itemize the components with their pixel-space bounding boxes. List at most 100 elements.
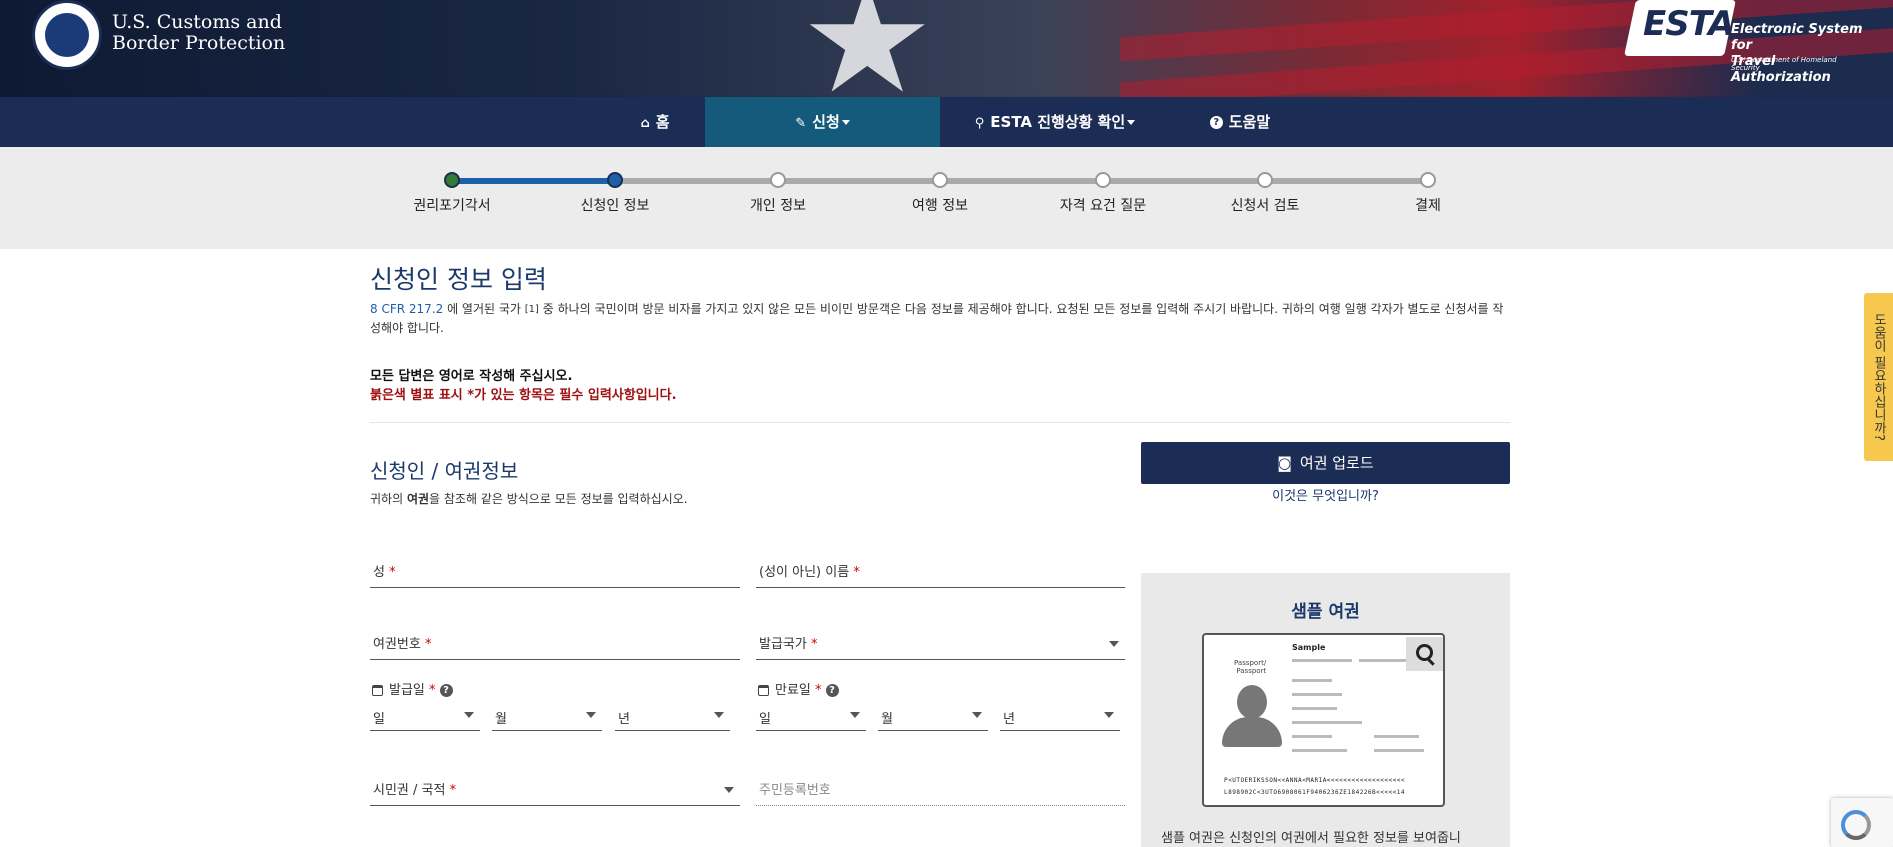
step-label-payment: 결제 [1415, 198, 1441, 214]
issue-day-label: 일 [373, 712, 385, 727]
step-dot-2 [607, 172, 623, 188]
chevron-down-icon [464, 712, 474, 718]
cbp-title-line2: Border Protection [112, 32, 286, 54]
issue-day-select[interactable]: 일 [370, 704, 480, 731]
need-help-tab[interactable]: 도움이 필요하십니까? [1864, 293, 1893, 461]
cfr-link[interactable]: 8 CFR 217.2 [370, 302, 443, 316]
chevron-down-icon [714, 712, 724, 718]
passport-text-line [1292, 735, 1332, 738]
passport-kind-1: Passport/ [1234, 659, 1267, 667]
required-note: 붉은색 별표 표시 *가 있는 항목은 필수 입력사항입니다. [370, 388, 677, 403]
national-id-label: 주민등록번호 [759, 783, 831, 798]
flag-star: ★ [800, 0, 935, 97]
issue-year-select[interactable]: 년 [615, 704, 730, 731]
passport-number-field[interactable]: 여권번호 * [370, 629, 740, 660]
step-label-personal: 개인 정보 [750, 198, 806, 214]
national-id-field[interactable]: 주민등록번호 [756, 775, 1125, 806]
progress-track-remaining [615, 178, 1428, 184]
footnote-link[interactable]: [1] [525, 304, 539, 315]
help-icon[interactable]: ? [825, 684, 839, 697]
step-dot-5 [1095, 172, 1111, 188]
nav-home[interactable]: ⌂ 홈 [605, 97, 705, 147]
nav-help[interactable]: ? 도움말 [1190, 97, 1290, 147]
divider [370, 422, 1510, 423]
help-icon[interactable]: ? [439, 684, 453, 697]
main-nav: ⌂ 홈 ✎ 신청 ⚲ ESTA 진행상황 확인 ? 도움말 [0, 97, 1893, 147]
intro-text-a: 에 열거된 국가 [443, 302, 525, 316]
passport-text-line [1292, 659, 1352, 662]
expiry-day-select[interactable]: 일 [756, 704, 866, 731]
passport-card-kind: Passport/Passport [1234, 659, 1266, 675]
step-label-applicant[interactable]: 신청인 정보 [545, 195, 685, 215]
required-mark: * [853, 565, 860, 580]
citizenship-label: 시민권 / 국적 * [373, 779, 456, 798]
passport-text-line [1292, 679, 1332, 682]
recaptcha-badge[interactable] [1831, 798, 1893, 847]
esta-logo-subtitle: U.S. Department of Homeland Security [1731, 56, 1837, 72]
required-mark: * [815, 683, 822, 698]
chevron-down-icon [586, 712, 596, 718]
issue-month-select[interactable]: 월 [492, 704, 602, 731]
sample-passport-title: 샘플 여권 [1291, 602, 1360, 622]
dhs-seal-logo[interactable] [32, 0, 102, 70]
subtitle-bold: 여권 [406, 492, 430, 506]
chevron-down-icon [724, 787, 734, 793]
nav-apply-label: 신청 [812, 113, 840, 131]
chevron-down-icon [1104, 712, 1114, 718]
required-mark: * [389, 565, 396, 580]
expiry-date-label-text: 만료일 [775, 683, 811, 698]
esta-logo[interactable]: ESTA Electronic System for Travel Author… [1624, 0, 1865, 85]
step-dot-3 [770, 172, 786, 188]
step-dot-6 [1257, 172, 1273, 188]
question-icon: ? [1209, 116, 1223, 129]
passport-kind-2: Passport [1236, 667, 1267, 675]
subtitle-b: 을 참조해 같은 방식으로 모든 정보를 입력하십시오. [429, 492, 688, 506]
step-dot-4 [932, 172, 948, 188]
upload-passport-button[interactable]: ◙ 여권 업로드 [1141, 442, 1510, 484]
required-mark: * [810, 637, 818, 652]
issue-month-label: 월 [495, 712, 507, 727]
sample-passport-image[interactable]: Sample Passport/Passport P<UTOERIKSSON<<… [1202, 633, 1445, 807]
expiry-date-label: 만료일 *? [758, 679, 839, 698]
recaptcha-icon [1841, 810, 1871, 840]
chevron-down-icon [841, 120, 850, 125]
section-subtitle: 귀하의 여권을 참조해 같은 방식으로 모든 정보를 입력하십시오. [370, 490, 688, 507]
person-silhouette-icon [1222, 685, 1282, 747]
issue-year-label: 년 [618, 712, 630, 727]
citizenship-select[interactable]: 시민권 / 국적 * [370, 775, 740, 806]
nav-apply[interactable]: ✎ 신청 [705, 97, 940, 147]
progress-tracker: 권리포기각서 신청인 정보 개인 정보 여행 정보 자격 요건 질문 신청서 검… [0, 147, 1893, 249]
required-mark: * [449, 783, 457, 798]
esta-tagline-1: Electronic System for [1731, 22, 1863, 53]
issuing-country-select[interactable]: 발급국가 * [756, 629, 1125, 660]
pencil-icon: ✎ [795, 116, 807, 131]
step-dot-7 [1420, 172, 1436, 188]
chevron-down-icon [850, 712, 860, 718]
issue-date-label: 발급일 *? [372, 679, 453, 698]
given-name-field[interactable]: (성이 아닌) 이름 * [756, 557, 1125, 588]
issuing-country-label-text: 발급국가 [759, 637, 807, 652]
issuing-country-label: 발급국가 * [759, 633, 817, 652]
step-label-travel: 여행 정보 [912, 198, 968, 214]
chevron-down-icon [1109, 641, 1119, 647]
cbp-title[interactable]: U.S. Customs and Border Protection [112, 12, 285, 54]
chevron-down-icon [1127, 120, 1136, 125]
passport-text-line [1374, 735, 1419, 738]
passport-number-label-text: 여권번호 [373, 637, 421, 652]
expiry-year-select[interactable]: 년 [1000, 704, 1120, 731]
citizenship-label-text: 시민권 / 국적 [373, 783, 446, 798]
nav-check-status[interactable]: ⚲ ESTA 진행상황 확인 [960, 97, 1150, 147]
passport-mrz-line1: P<UTOERIKSSON<<ANNA<MARIA<<<<<<<<<<<<<<<… [1224, 777, 1405, 784]
surname-label: 성 * [373, 561, 396, 580]
zoom-search-icon[interactable] [1406, 637, 1443, 671]
step-label-waiver[interactable]: 권리포기각서 [382, 195, 522, 215]
surname-field[interactable]: 성 * [370, 557, 740, 588]
expiry-month-select[interactable]: 월 [878, 704, 988, 731]
nav-help-label: 도움말 [1228, 113, 1271, 131]
header-banner: ★ U.S. Customs and Border Protection EST… [0, 0, 1893, 97]
what-is-this-link[interactable]: 이것은 무엇입니까? [1141, 485, 1510, 504]
intro-text: 8 CFR 217.2 에 열거된 국가 [1] 중 하나의 국민이며 방문 비… [370, 300, 1505, 338]
upload-passport-label: 여권 업로드 [1299, 454, 1374, 472]
given-name-label: (성이 아닌) 이름 * [759, 561, 860, 580]
calendar-icon [758, 685, 769, 696]
